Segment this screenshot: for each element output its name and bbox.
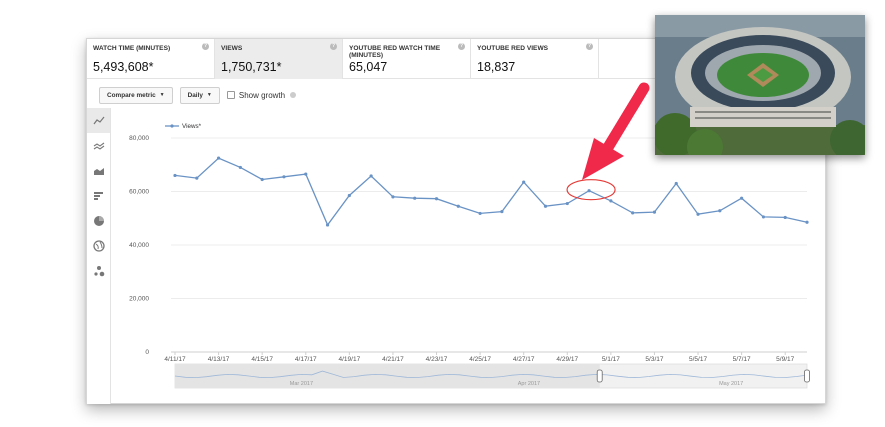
data-point <box>609 199 613 203</box>
y-tick-label: 40,000 <box>129 242 149 249</box>
data-point <box>238 165 242 170</box>
caret-down-icon: ▼ <box>159 92 165 98</box>
metric-label: VIEWS <box>221 45 243 52</box>
legend-label: Views* <box>182 123 202 130</box>
compare-metric-button[interactable]: Compare metric ▼ <box>99 86 173 104</box>
data-point <box>805 220 809 224</box>
x-tick-label: 4/21/17 <box>382 356 404 363</box>
data-point <box>282 175 286 179</box>
data-point <box>173 173 177 178</box>
navigator-month-label: May 2017 <box>719 381 743 387</box>
data-point <box>565 201 569 206</box>
y-tick-label: 80,000 <box>129 135 149 142</box>
show-growth-checkbox[interactable] <box>226 91 235 99</box>
metric-value: 18,837 <box>477 60 516 74</box>
compare-metric-label: Compare metric <box>107 91 156 99</box>
help-icon[interactable]: ? <box>586 43 593 50</box>
navigator-handle <box>804 369 810 383</box>
multi-line-icon[interactable] <box>87 133 110 158</box>
metric-tab-youtube-red-watch-time[interactable]: YOUTUBE RED WATCH TIME (MINUTES) 65,047 … <box>343 39 471 79</box>
y-tick-label: 20,000 <box>129 296 149 303</box>
metric-label: YOUTUBE RED VIEWS <box>477 45 549 52</box>
x-tick-label: 5/5/17 <box>689 356 707 363</box>
data-point <box>391 195 395 199</box>
data-point <box>216 156 221 160</box>
data-point <box>652 210 657 214</box>
interval-label: Daily <box>187 91 203 99</box>
x-tick-label: 5/1/17 <box>602 356 620 363</box>
y-tick-label: 0 <box>145 349 149 356</box>
x-tick-label: 4/29/17 <box>556 356 578 363</box>
data-point <box>783 215 787 220</box>
x-tick-label: 4/13/17 <box>208 356 230 363</box>
data-point <box>325 223 330 227</box>
data-point <box>304 172 308 176</box>
x-tick-label: 5/7/17 <box>733 356 751 363</box>
navigator-handle <box>596 369 603 383</box>
show-growth-label[interactable]: Show growth <box>239 91 285 100</box>
annotation-arrow-icon <box>582 82 650 180</box>
metric-label: WATCH TIME (MINUTES) <box>93 45 171 52</box>
help-icon[interactable]: ? <box>202 43 209 50</box>
line-chart-icon[interactable] <box>87 108 110 133</box>
area-chart-icon[interactable] <box>87 158 110 183</box>
x-tick-label: 4/17/17 <box>295 356 317 363</box>
data-point <box>761 215 766 219</box>
data-point <box>347 193 351 198</box>
metric-label: YOUTUBE RED WATCH TIME (MINUTES) <box>349 45 441 59</box>
data-point <box>413 196 417 200</box>
bar-chart-icon[interactable] <box>87 183 110 208</box>
interval-dropdown[interactable]: Daily ▼ <box>179 86 220 104</box>
x-tick-label: 4/15/17 <box>251 356 273 363</box>
data-point <box>369 174 373 178</box>
x-tick-label: 4/23/17 <box>426 356 448 363</box>
data-point <box>500 209 504 214</box>
data-point <box>696 212 700 216</box>
chart-type-toolbar <box>87 108 111 404</box>
chart-controls: Compare metric ▼ Daily ▼ Show growth <box>99 85 297 105</box>
data-point <box>260 177 264 182</box>
data-point <box>740 196 744 200</box>
navigator-month-label: Mar 2017 <box>290 381 313 387</box>
data-point <box>434 197 439 201</box>
data-point <box>631 211 635 215</box>
metric-tab-youtube-red-views[interactable]: YOUTUBE RED VIEWS 18,837 ? <box>471 39 599 79</box>
metric-value: 65,047 <box>349 60 388 74</box>
caret-down-icon: ▼ <box>206 92 212 98</box>
x-tick-label: 5/3/17 <box>645 356 663 363</box>
help-icon[interactable] <box>290 92 297 98</box>
help-icon[interactable]: ? <box>458 43 465 50</box>
data-point <box>674 181 678 186</box>
stadium-photo <box>655 15 865 155</box>
legend-marker <box>170 124 174 128</box>
x-tick-label: 4/19/17 <box>339 356 361 363</box>
metric-value: 5,493,608* <box>93 60 154 74</box>
navigator-month-label: Apr 2017 <box>518 381 540 387</box>
x-tick-label: 5/9/17 <box>776 356 794 363</box>
pie-chart-icon[interactable] <box>87 208 110 233</box>
data-point <box>195 176 199 180</box>
metric-tab-views[interactable]: VIEWS 1,750,731* ? <box>215 39 343 79</box>
data-point <box>456 204 460 208</box>
bubble-chart-icon[interactable] <box>87 258 110 283</box>
x-tick-label: 4/27/17 <box>513 356 535 363</box>
data-point <box>522 180 526 184</box>
globe-map-icon[interactable] <box>87 233 110 258</box>
metric-value: 1,750,731* <box>221 60 282 74</box>
data-point <box>543 204 548 208</box>
data-point <box>478 211 482 216</box>
data-point <box>718 209 722 213</box>
y-tick-label: 60,000 <box>129 189 149 196</box>
x-tick-label: 4/11/17 <box>164 356 186 363</box>
x-tick-label: 4/25/17 <box>469 356 491 363</box>
metric-tab-watch-time[interactable]: WATCH TIME (MINUTES) 5,493,608* ? <box>87 39 215 79</box>
help-icon[interactable]: ? <box>330 43 337 50</box>
